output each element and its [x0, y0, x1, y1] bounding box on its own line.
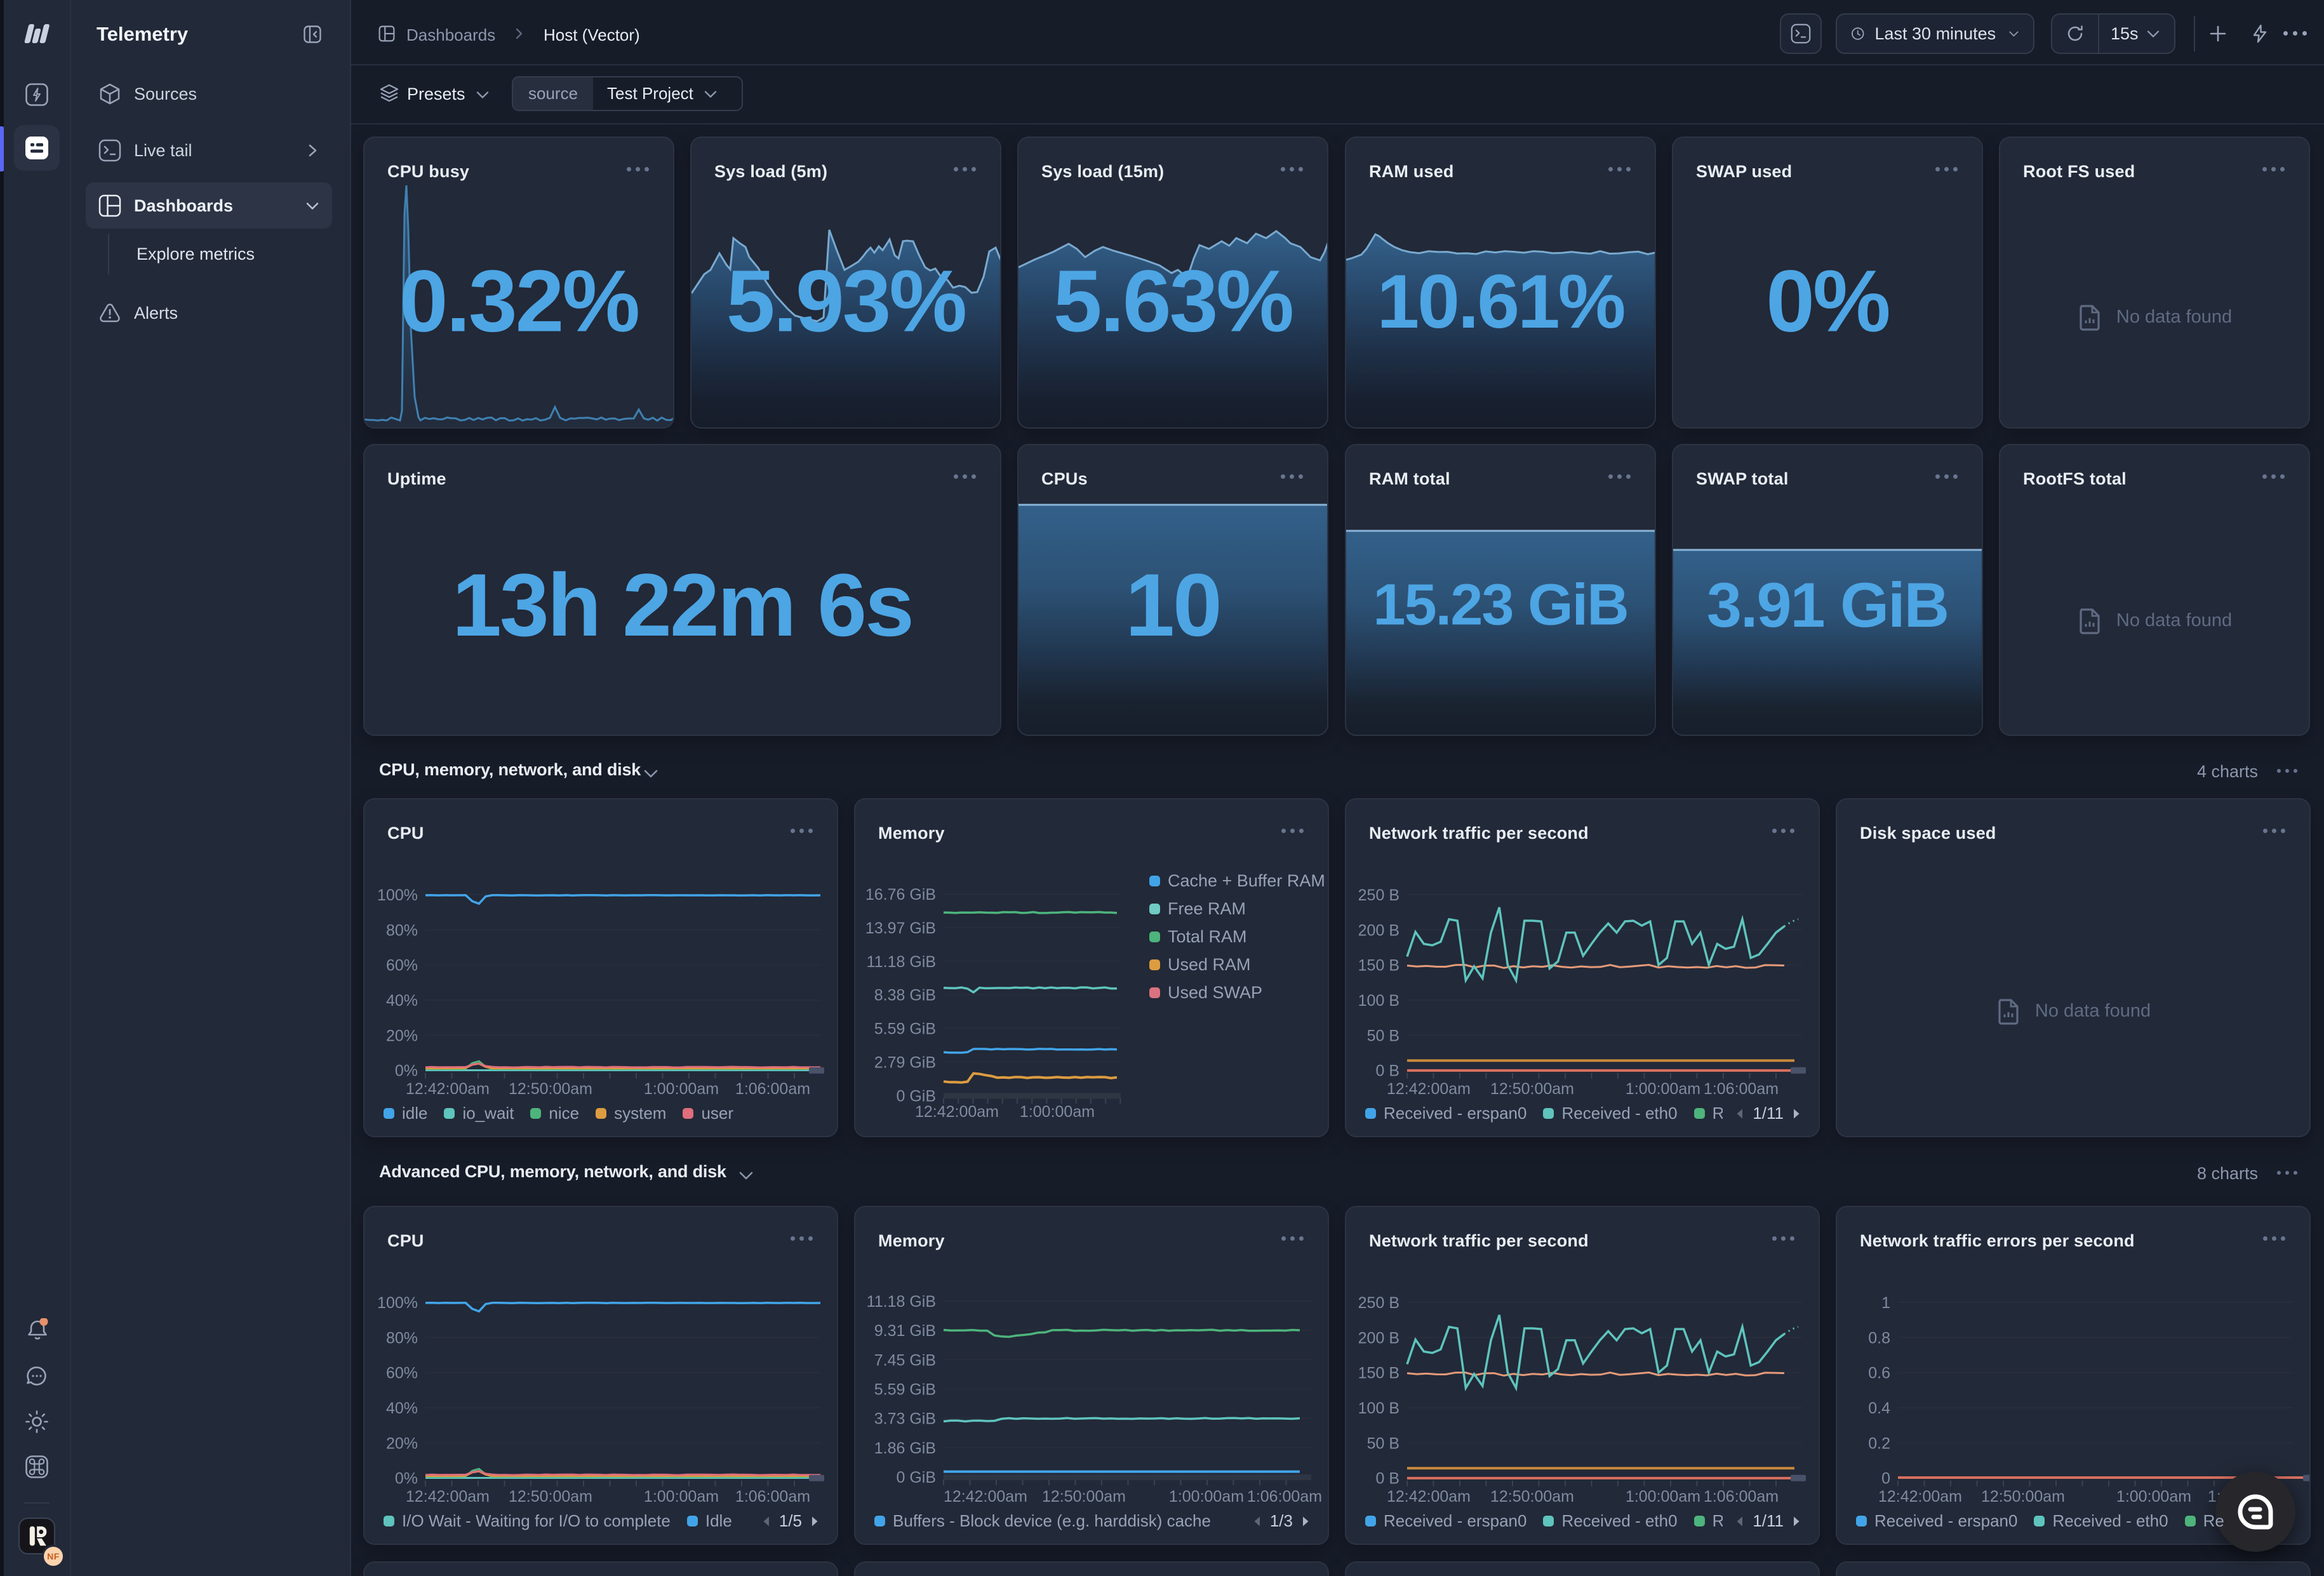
svg-text:0%: 0% — [395, 1470, 418, 1488]
svg-text:1:06:00am: 1:06:00am — [1704, 1080, 1779, 1098]
svg-text:3.73 GiB: 3.73 GiB — [874, 1410, 936, 1428]
svg-text:0 GiB: 0 GiB — [896, 1469, 936, 1486]
svg-text:1:00:00am: 1:00:00am — [644, 1080, 719, 1098]
svg-text:60%: 60% — [386, 957, 418, 975]
svg-text:1:06:00am: 1:06:00am — [1704, 1488, 1779, 1506]
svg-text:20%: 20% — [386, 1434, 418, 1452]
svg-text:0%: 0% — [395, 1062, 418, 1080]
svg-text:12:42:00am: 12:42:00am — [406, 1080, 490, 1098]
svg-text:11.18 GiB: 11.18 GiB — [867, 1293, 936, 1311]
svg-text:16.76 GiB: 16.76 GiB — [865, 886, 936, 904]
svg-text:1:00:00am: 1:00:00am — [1020, 1103, 1095, 1121]
svg-text:50 B: 50 B — [1367, 1027, 1399, 1045]
svg-text:250 B: 250 B — [1358, 886, 1399, 904]
svg-text:9.31 GiB: 9.31 GiB — [874, 1322, 936, 1340]
svg-text:1:00:00am: 1:00:00am — [1626, 1488, 1700, 1506]
svg-text:12:50:00am: 12:50:00am — [1490, 1080, 1574, 1098]
svg-text:100 B: 100 B — [1358, 1399, 1399, 1417]
svg-text:12:50:00am: 12:50:00am — [1042, 1488, 1126, 1506]
svg-text:0 B: 0 B — [1375, 1470, 1399, 1488]
svg-text:2.79 GiB: 2.79 GiB — [874, 1053, 936, 1071]
svg-text:100%: 100% — [377, 886, 418, 904]
svg-text:1:00:00am: 1:00:00am — [1626, 1080, 1700, 1098]
svg-text:50 B: 50 B — [1367, 1434, 1399, 1452]
svg-text:60%: 60% — [386, 1365, 418, 1382]
svg-text:1:00:00am: 1:00:00am — [2116, 1488, 2191, 1506]
svg-text:150 B: 150 B — [1358, 1365, 1399, 1382]
svg-text:1:06:00am: 1:06:00am — [735, 1488, 810, 1506]
svg-text:0.6: 0.6 — [1868, 1365, 1890, 1382]
svg-text:12:50:00am: 12:50:00am — [1490, 1488, 1574, 1506]
svg-text:12:42:00am: 12:42:00am — [1387, 1488, 1471, 1506]
svg-text:20%: 20% — [386, 1027, 418, 1045]
svg-text:12:42:00am: 12:42:00am — [944, 1488, 1027, 1506]
svg-text:7.45 GiB: 7.45 GiB — [874, 1351, 936, 1369]
svg-text:12:42:00am: 12:42:00am — [1878, 1488, 1962, 1506]
svg-text:1.86 GiB: 1.86 GiB — [874, 1439, 936, 1457]
svg-text:8.38 GiB: 8.38 GiB — [874, 987, 936, 1005]
svg-text:11.18 GiB: 11.18 GiB — [867, 953, 936, 971]
svg-text:5.59 GiB: 5.59 GiB — [874, 1381, 936, 1399]
svg-text:80%: 80% — [386, 1329, 418, 1347]
svg-text:250 B: 250 B — [1358, 1294, 1399, 1312]
svg-text:0.4: 0.4 — [1868, 1399, 1890, 1417]
svg-text:0 B: 0 B — [1375, 1062, 1399, 1080]
svg-text:5.59 GiB: 5.59 GiB — [874, 1020, 936, 1038]
svg-text:100%: 100% — [377, 1294, 418, 1312]
svg-text:1: 1 — [1881, 1294, 1890, 1312]
svg-text:12:50:00am: 12:50:00am — [509, 1488, 592, 1506]
svg-text:12:42:00am: 12:42:00am — [406, 1488, 490, 1506]
svg-text:12:50:00am: 12:50:00am — [509, 1080, 592, 1098]
svg-text:12:42:00am: 12:42:00am — [1387, 1080, 1471, 1098]
svg-text:40%: 40% — [386, 1399, 418, 1417]
svg-text:1:06:00am: 1:06:00am — [1247, 1488, 1322, 1506]
svg-text:200 B: 200 B — [1358, 921, 1399, 939]
svg-text:1:00:00am: 1:00:00am — [644, 1488, 719, 1506]
svg-text:200 B: 200 B — [1358, 1329, 1399, 1347]
svg-text:1:00:00am: 1:00:00am — [1169, 1488, 1244, 1506]
svg-text:13.97 GiB: 13.97 GiB — [865, 919, 936, 937]
svg-text:0.2: 0.2 — [1868, 1434, 1890, 1452]
svg-text:0.8: 0.8 — [1868, 1329, 1890, 1347]
svg-text:40%: 40% — [386, 992, 418, 1010]
svg-text:100 B: 100 B — [1358, 992, 1399, 1010]
svg-text:80%: 80% — [386, 921, 418, 939]
svg-text:12:42:00am: 12:42:00am — [915, 1103, 999, 1121]
svg-text:1:06:00am: 1:06:00am — [735, 1080, 810, 1098]
svg-text:12:50:00am: 12:50:00am — [1981, 1488, 2065, 1506]
svg-text:150 B: 150 B — [1358, 957, 1399, 975]
svg-text:0: 0 — [1881, 1470, 1890, 1488]
